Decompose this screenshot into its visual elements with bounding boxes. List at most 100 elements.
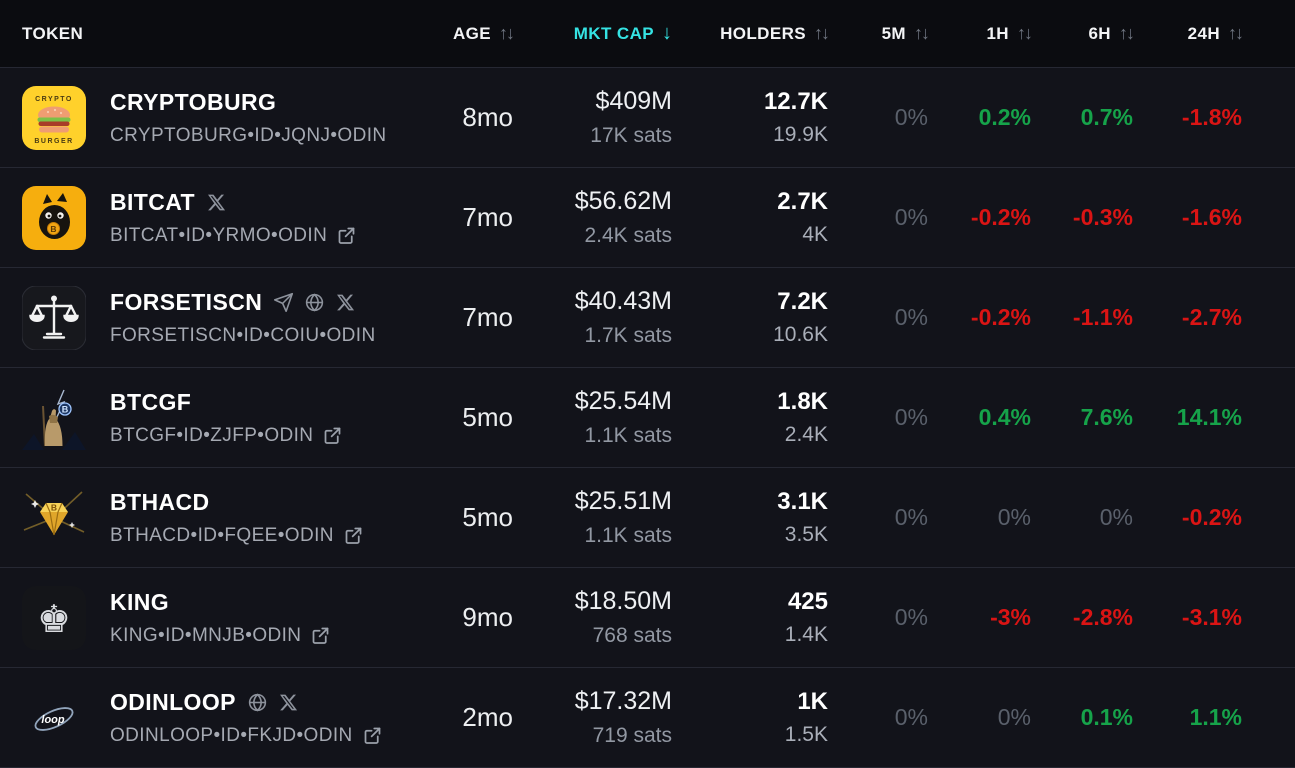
table-row[interactable]: B BTHACD BTHACD•ID•FQEE•ODIN 5mo $25.51M… [0, 467, 1295, 567]
pct-5m: 0% [895, 104, 928, 131]
token-id: BTHACD•ID•FQEE•ODIN [110, 525, 334, 547]
mktcap-sats: 2.4K sats [584, 224, 672, 248]
holders-value: 7.2K [777, 288, 828, 316]
social-links [273, 292, 356, 313]
mktcap-usd: $409M [596, 87, 672, 116]
column-header-mktcap[interactable]: MKT CAP ↓ [513, 22, 672, 45]
pct-6h: 7.6% [1081, 404, 1133, 431]
holders-value: 425 [788, 588, 828, 616]
column-header-5m[interactable]: 5M ↑↓ [828, 23, 928, 44]
sort-icon: ↑↓ [499, 23, 513, 44]
column-header-1h[interactable]: 1H ↑↓ [928, 23, 1031, 44]
token-name: BITCAT [110, 189, 195, 216]
mktcap-usd: $18.50M [575, 587, 672, 616]
token-cell[interactable]: B BTHACD BTHACD•ID•FQEE•ODIN [0, 468, 420, 567]
mktcap-usd: $40.43M [575, 287, 672, 316]
token-id: CRYPTOBURG•ID•JQNJ•ODIN [110, 125, 387, 147]
mktcap-sats: 1.1K sats [584, 524, 672, 548]
globe-icon[interactable] [247, 692, 268, 713]
svg-text:B: B [51, 502, 57, 512]
column-header-6h[interactable]: 6H ↑↓ [1031, 23, 1133, 44]
pct-6h: 0% [1100, 504, 1133, 531]
x-icon[interactable] [278, 692, 299, 713]
mktcap-sats: 719 sats [593, 724, 672, 748]
table-row[interactable]: ♚ KING KING•ID•MNJB•ODIN 9mo $18.50M 768… [0, 567, 1295, 667]
pct-1h: 0.2% [979, 104, 1031, 131]
column-header-age[interactable]: AGE ↑↓ [420, 23, 513, 44]
token-id: FORSETISCN•ID•COIU•ODIN [110, 325, 376, 347]
holders-sub-value: 4K [802, 223, 828, 247]
age-value: 5mo [462, 502, 513, 533]
token-name: ODINLOOP [110, 689, 236, 716]
svg-text:loop: loop [41, 714, 64, 726]
pct-6h: -2.8% [1073, 604, 1133, 631]
pct-1h: 0.4% [979, 404, 1031, 431]
token-cell[interactable]: CRYPTO BURGER CRYPTOBURG CRYPTOBURG•ID•JQ… [0, 68, 420, 167]
token-cell[interactable]: loop ODINLOOP ODINLOOP•ID•FKJD•ODIN [0, 668, 420, 767]
table-row[interactable]: CRYPTO BURGER CRYPTOBURG CRYPTOBURG•ID•JQ… [0, 67, 1295, 167]
token-table: TOKEN AGE ↑↓ MKT CAP ↓ HOLDERS ↑↓ 5M ↑↓ … [0, 0, 1295, 768]
age-value: 9mo [462, 602, 513, 633]
token-name: KING [110, 589, 169, 616]
mktcap-usd: $17.32M [575, 687, 672, 716]
age-value: 7mo [462, 302, 513, 333]
svg-text:BURGER: BURGER [34, 138, 73, 145]
table-row[interactable]: B BITCAT BITCAT•ID•YRMO•ODIN 7mo $56.62M… [0, 167, 1295, 267]
pct-5m: 0% [895, 304, 928, 331]
token-id: ODINLOOP•ID•FKJD•ODIN [110, 725, 353, 747]
social-links [247, 692, 299, 713]
sort-icon: ↑↓ [1228, 23, 1242, 44]
king-icon: ♚ [22, 586, 86, 650]
column-header-token: TOKEN [0, 24, 420, 44]
table-row[interactable]: B BTCGF BTCGF•ID•ZJFP•ODIN 5mo $25.54M 1… [0, 367, 1295, 467]
sort-icon: ↑↓ [1017, 23, 1031, 44]
pct-24h: -1.8% [1182, 104, 1242, 131]
globe-icon[interactable] [304, 292, 325, 313]
column-header-holders[interactable]: HOLDERS ↑↓ [672, 23, 828, 44]
svg-text:CRYPTO: CRYPTO [35, 96, 73, 103]
mktcap-usd: $56.62M [575, 187, 672, 216]
external-link-icon[interactable] [336, 225, 357, 246]
mktcap-sats: 1.7K sats [584, 324, 672, 348]
token-id: BTCGF•ID•ZJFP•ODIN [110, 425, 313, 447]
token-cell[interactable]: B BTCGF BTCGF•ID•ZJFP•ODIN [0, 368, 420, 467]
token-cell[interactable]: FORSETISCN FORSETISCN•ID•COIU•ODIN [0, 268, 420, 367]
token-cell[interactable]: B BITCAT BITCAT•ID•YRMO•ODIN [0, 168, 420, 267]
pct-5m: 0% [895, 704, 928, 731]
pct-24h: -2.7% [1182, 304, 1242, 331]
x-icon[interactable] [206, 192, 227, 213]
holders-sub-value: 1.4K [785, 623, 828, 647]
token-cell[interactable]: ♚ KING KING•ID•MNJB•ODIN [0, 568, 420, 667]
token-name: CRYPTOBURG [110, 89, 276, 116]
column-header-24h[interactable]: 24H ↑↓ [1133, 23, 1242, 44]
external-link-icon[interactable] [310, 625, 331, 646]
external-link-icon[interactable] [362, 725, 383, 746]
pct-6h: 0.7% [1081, 104, 1133, 131]
holders-value: 3.1K [777, 488, 828, 516]
svg-text:♚: ♚ [37, 597, 71, 641]
scales-icon [22, 286, 86, 350]
holders-sub-value: 1.5K [785, 723, 828, 747]
external-link-icon[interactable] [322, 425, 343, 446]
pct-24h: 14.1% [1177, 404, 1242, 431]
pct-6h: -0.3% [1073, 204, 1133, 231]
table-row[interactable]: loop ODINLOOP ODINLOOP•ID•FKJD•ODIN 2mo … [0, 667, 1295, 767]
bitcat-icon: B [22, 186, 86, 250]
age-value: 8mo [462, 102, 513, 133]
pct-24h: 1.1% [1190, 704, 1242, 731]
holders-value: 2.7K [777, 188, 828, 216]
pct-24h: -3.1% [1182, 604, 1242, 631]
social-links [206, 192, 227, 213]
external-link-icon[interactable] [343, 525, 364, 546]
pct-24h: -0.2% [1182, 504, 1242, 531]
pct-1h: -3% [990, 604, 1031, 631]
pct-24h: -1.6% [1182, 204, 1242, 231]
x-icon[interactable] [335, 292, 356, 313]
holders-sub-value: 3.5K [785, 523, 828, 547]
table-row[interactable]: FORSETISCN FORSETISCN•ID•COIU•ODIN 7mo $… [0, 267, 1295, 367]
token-name: BTHACD [110, 489, 210, 516]
pct-6h: -1.1% [1073, 304, 1133, 331]
telegram-icon[interactable] [273, 292, 294, 313]
svg-text:B: B [50, 223, 56, 233]
loop-icon: loop [22, 686, 86, 750]
